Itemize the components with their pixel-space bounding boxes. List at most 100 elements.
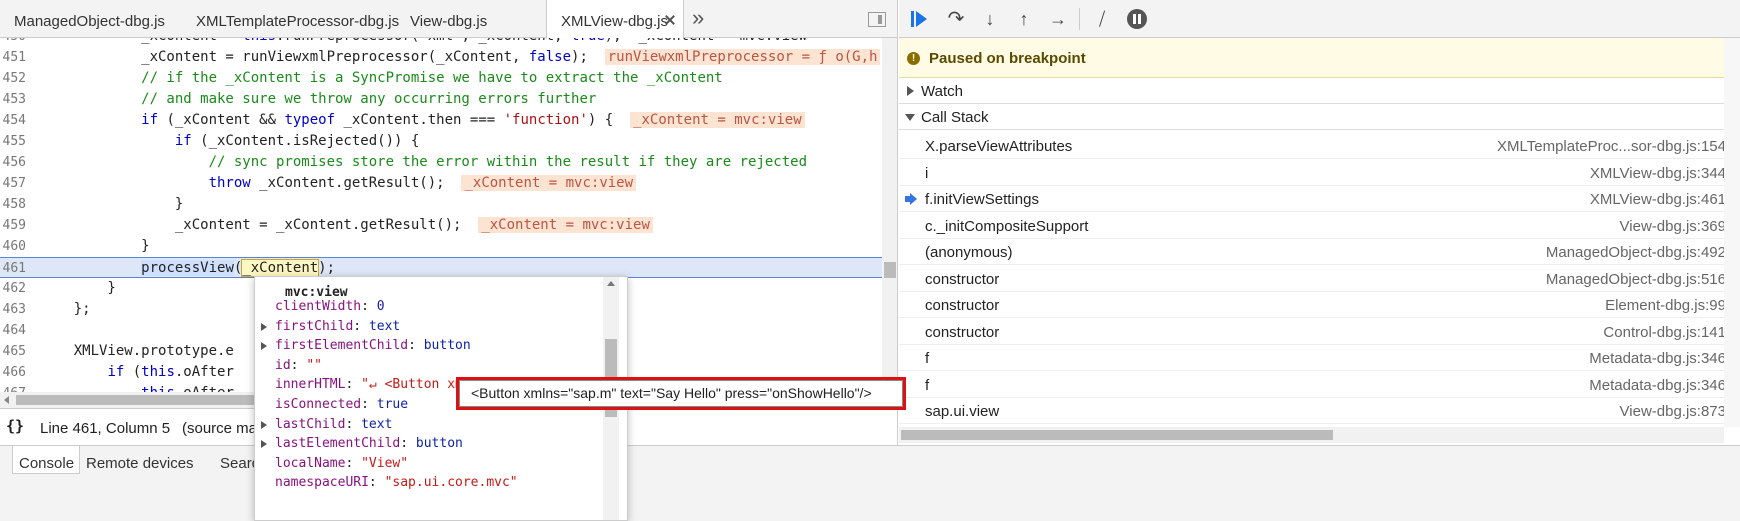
line-number[interactable]: 462 [0, 278, 26, 299]
call-frame[interactable]: i XMLView-dbg.js:344 [899, 160, 1740, 186]
code-line[interactable]: 458 } [0, 194, 882, 215]
property-value: button [415, 436, 463, 452]
frame-location-link[interactable]: ManagedObject-dbg.js:492 [1546, 244, 1726, 261]
call-frame[interactable]: constructor Element-dbg.js:99 [899, 292, 1740, 318]
line-number[interactable]: 452 [0, 68, 26, 89]
call-frame[interactable]: f Metadata-dbg.js:346 [899, 345, 1740, 371]
tab-search[interactable]: Searc [214, 446, 259, 474]
inline-value: _xContent = mvc:view [630, 112, 805, 128]
code-text: _xContent = runViewxmlPreprocessor(_xCon… [40, 47, 881, 68]
property-value: text [361, 416, 393, 432]
watch-label: Watch [921, 83, 963, 100]
horizontal-scroll-thumb[interactable] [16, 395, 266, 405]
code-line[interactable]: 456 // sync promises store the error wit… [0, 152, 882, 173]
code-line[interactable]: 454 if (_xContent && typeof _xContent.th… [0, 110, 882, 131]
line-number[interactable]: 458 [0, 194, 26, 215]
code-line[interactable]: 459 _xContent = _xContent.getResult(); _… [0, 215, 882, 236]
line-number[interactable]: 454 [0, 110, 26, 131]
tab-xmltemplateprocessor[interactable]: XMLTemplateProcessor-dbg.js [182, 0, 399, 38]
frame-location-link[interactable]: Control-dbg.js:141 [1603, 324, 1726, 341]
call-frame[interactable]: (anonymous) ManagedObject-dbg.js:492 [899, 239, 1740, 265]
expand-icon[interactable] [261, 322, 267, 331]
tab-label: Remote devices [86, 455, 194, 472]
property-row[interactable]: firstChild: text [261, 317, 401, 337]
line-number[interactable]: 461 [0, 258, 26, 279]
step-out-icon[interactable]: ↑ [1013, 8, 1035, 30]
line-number[interactable]: 453 [0, 89, 26, 110]
expand-icon[interactable] [261, 342, 267, 351]
code-line[interactable]: 452 // if the _xContent is a SyncPromise… [0, 68, 882, 89]
code-line[interactable]: 460 } [0, 236, 882, 257]
line-number[interactable]: 460 [0, 236, 26, 257]
line-number[interactable]: 467 [0, 383, 26, 392]
line-number[interactable]: 455 [0, 131, 26, 152]
property-row[interactable]: lastChild: text [261, 415, 393, 435]
pause-on-exceptions-icon[interactable] [1127, 9, 1147, 29]
frame-location-link[interactable]: View-dbg.js:369 [1620, 218, 1726, 235]
code-line[interactable]: 455 if (_xContent.isRejected()) { [0, 131, 882, 152]
line-number[interactable]: 450 [0, 38, 26, 47]
property-row[interactable]: firstElementChild: button [261, 336, 471, 356]
frame-location-link[interactable]: Metadata-dbg.js:346 [1589, 377, 1726, 394]
pretty-print-icon[interactable]: {} [6, 417, 24, 435]
step-over-icon[interactable]: ↷ [945, 8, 967, 30]
property-value: text [368, 318, 401, 334]
code-line[interactable]: 451 _xContent = runViewxmlPreprocessor(_… [0, 47, 882, 68]
resume-icon[interactable] [909, 8, 931, 30]
call-frame[interactable]: c._initCompositeSupport View-dbg.js:369 [899, 213, 1740, 239]
tab-xmlview[interactable]: XMLView-dbg.js [546, 0, 684, 39]
frame-location-link[interactable]: Metadata-dbg.js:346 [1589, 350, 1726, 367]
expand-icon[interactable] [261, 420, 267, 429]
tab-managedobject[interactable]: ManagedObject-dbg.js [0, 0, 182, 38]
code-text: _xContent = _xContent.getResult(); _xCon… [40, 215, 653, 236]
property-name: lastElementChild [275, 436, 401, 452]
line-number[interactable]: 459 [0, 215, 26, 236]
line-number[interactable]: 466 [0, 362, 26, 383]
sidebar-vertical-scrollbar[interactable] [1724, 38, 1740, 427]
frame-location-link[interactable]: XMLView-dbg.js:461 [1590, 191, 1726, 208]
line-number[interactable]: 456 [0, 152, 26, 173]
tab-remote-devices[interactable]: Remote devices [80, 446, 210, 474]
frame-function-name: i [925, 164, 929, 182]
callstack-section-header[interactable]: Call Stack [899, 104, 1740, 130]
code-line[interactable]: 450 _xContent = this.runPreprocessor("xm… [0, 38, 882, 47]
tab-console[interactable]: Console [12, 446, 80, 474]
close-icon[interactable] [665, 15, 675, 25]
frame-location-link[interactable]: ManagedObject-dbg.js:516 [1546, 271, 1726, 288]
line-number[interactable]: 457 [0, 173, 26, 194]
step-into-icon[interactable]: ↓ [979, 8, 1001, 30]
property-name: innerHTML [275, 377, 346, 393]
call-frame[interactable]: sap.ui.view View-dbg.js:873 [899, 398, 1740, 424]
scroll-left-icon[interactable] [4, 396, 9, 404]
tab-view[interactable]: View-dbg.js [396, 0, 546, 38]
call-frame[interactable]: f Metadata-dbg.js:346 [899, 372, 1740, 398]
code-line[interactable]: 453 // and make sure we throw any occurr… [0, 89, 882, 110]
watch-section-header[interactable]: Watch [899, 78, 1740, 104]
code-line[interactable]: 457 throw _xContent.getResult(); _xConte… [0, 173, 882, 194]
frame-location-link[interactable]: XMLView-dbg.js:344 [1590, 165, 1726, 182]
call-frame[interactable]: constructor Control-dbg.js:141 [899, 319, 1740, 345]
scroll-up-icon[interactable] [607, 281, 615, 286]
step-icon[interactable]: → [1047, 8, 1069, 30]
call-frame[interactable]: constructor ManagedObject-dbg.js:516 [899, 266, 1740, 292]
deactivate-breakpoints-icon[interactable]: ⧸ [1091, 8, 1113, 30]
line-number[interactable]: 464 [0, 320, 26, 341]
frame-location-link[interactable]: View-dbg.js:873 [1620, 403, 1726, 420]
call-frame[interactable]: f.initViewSettings XMLView-dbg.js:461 [899, 186, 1740, 212]
frame-location-link[interactable]: XMLTemplateProc...sor-dbg.js:154 [1497, 138, 1726, 155]
property-row[interactable]: lastElementChild: button [261, 434, 463, 454]
frame-location-link[interactable]: Element-dbg.js:99 [1605, 297, 1726, 314]
call-frame[interactable]: X.parseViewAttributes XMLTemplateProc...s… [899, 133, 1740, 159]
vertical-scroll-thumb[interactable] [884, 262, 896, 278]
line-number[interactable]: 465 [0, 341, 26, 362]
line-number[interactable]: 451 [0, 47, 26, 68]
code-line-current[interactable]: 461 processView(_xContent); [0, 257, 882, 278]
sidebar-horizontal-scroll-thumb[interactable] [901, 430, 1333, 440]
source-map-status[interactable]: (source map [182, 420, 265, 437]
toggle-sidebar-icon[interactable] [868, 12, 886, 27]
property-name: lastChild [275, 416, 346, 432]
vertical-scrollbar[interactable] [882, 38, 897, 392]
expand-icon[interactable] [261, 440, 267, 449]
more-tabs-icon[interactable]: » [692, 7, 704, 29]
line-number[interactable]: 463 [0, 299, 26, 320]
